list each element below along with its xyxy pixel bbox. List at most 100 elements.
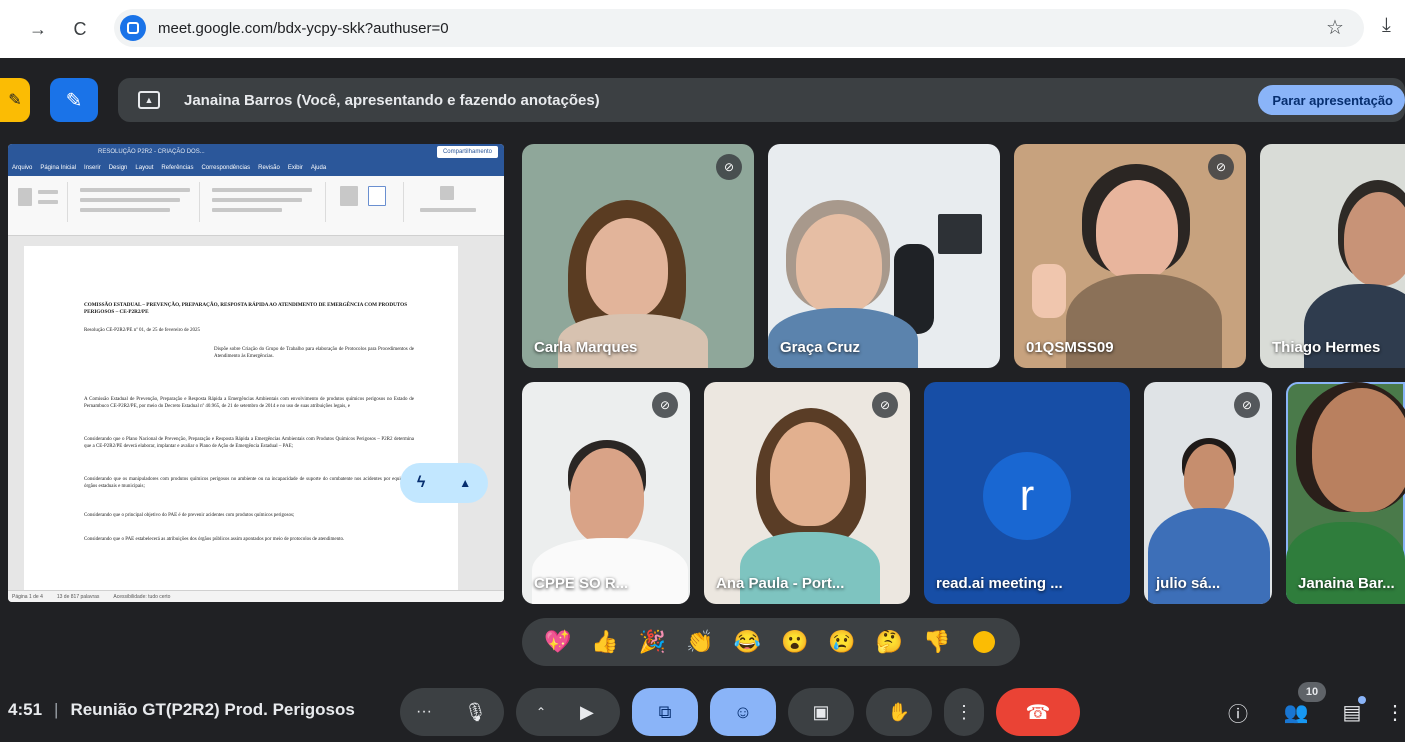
leave-call-button[interactable]: ☎ bbox=[996, 688, 1080, 736]
doc-ementa: Dispõe sobre Criação do Grupo de Trabalh… bbox=[214, 347, 414, 359]
presentation-bar: ✎ ✎ ▲ Janaina Barros (Você, apresentando… bbox=[0, 74, 1405, 126]
ribbon-group-font bbox=[74, 182, 200, 222]
participant-name: 01QSMSS09 bbox=[1026, 339, 1114, 356]
more-audio-options-icon[interactable]: ··· bbox=[416, 703, 432, 721]
site-info-icon[interactable] bbox=[120, 15, 146, 41]
mic-off-icon: ⊘ bbox=[1234, 392, 1260, 418]
download-icon[interactable]: ⤓ bbox=[1382, 14, 1391, 37]
skin-tone-swatch bbox=[973, 631, 996, 653]
doc-titlebar: RESOLUÇÃO P2R2 - CRIAÇÃO DOS... Comparti… bbox=[8, 144, 504, 160]
doc-paragraph: Considerando que os manipuladores com pr… bbox=[84, 477, 414, 489]
camera-icon[interactable]: ▶ bbox=[580, 702, 594, 723]
doc-canvas: COMISSÃO ESTADUAL – PREVENÇÃO, PREPARAÇÃ… bbox=[8, 236, 504, 590]
presenting-banner: ▲ Janaina Barros (Você, apresentando e f… bbox=[118, 78, 1405, 122]
doc-tab[interactable]: Arquivo bbox=[12, 165, 32, 171]
doc-resolution-line: Resolução CE-P2R2/PE nº 01, de 25 de fev… bbox=[84, 328, 200, 333]
mic-off-icon: ⊘ bbox=[716, 154, 742, 180]
reaction-sad[interactable]: 😢 bbox=[827, 627, 857, 657]
participant-tile[interactable]: ⊘ CPPE SO R... bbox=[522, 382, 690, 604]
doc-status-item: Página 1 de 4 bbox=[12, 593, 43, 600]
doc-tab[interactable]: Revisão bbox=[258, 165, 280, 171]
reaction-surprised[interactable]: 😮 bbox=[780, 627, 810, 657]
participant-tile[interactable]: ⊘ 01QSMSS09 bbox=[1014, 144, 1246, 368]
pen-tool-icon[interactable]: ϟ bbox=[417, 474, 425, 492]
meeting-details: 4:51 | Reunião GT(P2R2) Prod. Perigosos bbox=[8, 700, 355, 720]
doc-window-title: RESOLUÇÃO P2R2 - CRIAÇÃO DOS... bbox=[98, 149, 205, 155]
participant-tile[interactable]: ⊘ Carla Marques bbox=[522, 144, 754, 368]
doc-share-button[interactable]: Compartilhamento bbox=[436, 146, 498, 158]
reaction-party[interactable]: 🎉 bbox=[637, 627, 667, 657]
mic-icon[interactable]: 🎙 bbox=[464, 702, 487, 723]
doc-paragraph: Considerando que o PAE estabelecerá as a… bbox=[84, 537, 345, 542]
more-vert-icon: ⋮ bbox=[955, 701, 973, 722]
captions-icon: ▣ bbox=[812, 701, 830, 722]
address-bar[interactable]: meet.google.com/bdx-ycpy-skk?authuser=0 bbox=[114, 9, 1364, 47]
reaction-thumbs-down[interactable]: 👎 bbox=[922, 627, 952, 657]
doc-page[interactable]: COMISSÃO ESTADUAL – PREVENÇÃO, PREPARAÇÃ… bbox=[24, 246, 458, 590]
meet-stage: ✎ ✎ ▲ Janaina Barros (Você, apresentando… bbox=[0, 58, 1405, 742]
meeting-controls: 4:51 | Reunião GT(P2R2) Prod. Perigosos … bbox=[0, 682, 1405, 742]
meeting-time: 4:51 bbox=[8, 700, 43, 719]
emoji-button[interactable]: ☺ bbox=[710, 688, 776, 736]
participant-tile[interactable]: ⊘ Ana Paula - Port... bbox=[704, 382, 910, 604]
ribbon-group-addins bbox=[410, 182, 496, 222]
ribbon-group-styles bbox=[332, 182, 404, 222]
chevron-up-icon[interactable]: ▲ bbox=[459, 476, 471, 490]
reactions-bar: 💖 👍 🎉 👏 😂 😮 😢 🤔 👎 bbox=[522, 618, 1020, 666]
participant-name: Graça Cruz bbox=[780, 339, 861, 356]
doc-tab[interactable]: Página Inicial bbox=[40, 165, 76, 171]
participant-name: Ana Paula - Port... bbox=[716, 575, 845, 592]
participant-tile-self[interactable]: Janaina Bar... bbox=[1286, 382, 1405, 604]
doc-tab[interactable]: Correspondências bbox=[201, 165, 250, 171]
reaction-thumbs-up[interactable]: 👍 bbox=[590, 627, 620, 657]
participant-name: julio sá... bbox=[1156, 575, 1221, 592]
doc-status-item: Acessibilidade: tudo certo bbox=[113, 593, 171, 600]
participant-name: CPPE SO R... bbox=[534, 575, 629, 592]
mic-off-icon: ⊘ bbox=[652, 392, 678, 418]
participant-tile[interactable]: r read.ai meeting ... bbox=[924, 382, 1130, 604]
reaction-clap[interactable]: 👏 bbox=[685, 627, 715, 657]
doc-tab[interactable]: Design bbox=[109, 165, 128, 171]
annotation-toolbar[interactable]: ϟ ▲ bbox=[400, 463, 488, 503]
skin-tone-button[interactable] bbox=[969, 627, 999, 657]
captions-button[interactable]: ▣ bbox=[788, 688, 854, 736]
reaction-laugh[interactable]: 😂 bbox=[732, 627, 762, 657]
doc-heading: COMISSÃO ESTADUAL – PREVENÇÃO, PREPARAÇÃ… bbox=[84, 302, 408, 315]
participant-name: Janaina Bar... bbox=[1298, 575, 1395, 592]
doc-paragraph: Considerando que o principal objetivo do… bbox=[84, 513, 295, 518]
emoji-icon: ☺ bbox=[733, 701, 753, 722]
participant-tile[interactable]: Graça Cruz bbox=[768, 144, 1000, 368]
stop-presenting-button[interactable]: Parar apresentação bbox=[1258, 85, 1405, 115]
star-icon[interactable]: ☆ bbox=[1326, 15, 1344, 40]
meeting-title: Reunião GT(P2R2) Prod. Perigosos bbox=[70, 700, 355, 719]
mic-control-group: ··· 🎙 bbox=[400, 688, 504, 736]
doc-tab[interactable]: Ajuda bbox=[311, 165, 326, 171]
participant-tile[interactable]: ⊘ julio sá... bbox=[1144, 382, 1272, 604]
doc-tab[interactable]: Inserir bbox=[84, 165, 101, 171]
annotation-tool-button[interactable]: ✎ bbox=[0, 78, 30, 122]
reload-icon[interactable]: C bbox=[66, 15, 94, 43]
raise-hand-button[interactable]: ✋ bbox=[866, 688, 932, 736]
doc-paragraph: A Comissão Estadual de Prevenção, Prepar… bbox=[84, 397, 414, 409]
reaction-thinking[interactable]: 🤔 bbox=[874, 627, 904, 657]
doc-tab[interactable]: Layout bbox=[135, 165, 153, 171]
doc-tab[interactable]: Exibir bbox=[288, 165, 303, 171]
activities-icon[interactable]: ⋮ bbox=[1385, 696, 1405, 728]
hangup-icon: ☎ bbox=[1025, 701, 1051, 724]
url-text[interactable]: meet.google.com/bdx-ycpy-skk?authuser=0 bbox=[158, 20, 449, 37]
doc-tab[interactable]: Referências bbox=[161, 165, 193, 171]
more-options-button[interactable]: ⋮ bbox=[944, 688, 984, 736]
reaction-heart[interactable]: 💖 bbox=[543, 627, 573, 657]
people-icon[interactable]: 👥 bbox=[1280, 696, 1312, 728]
annotate-button[interactable]: ✎ bbox=[50, 78, 98, 122]
participant-tile[interactable]: Thiago Hermes bbox=[1260, 144, 1405, 368]
chevron-up-icon[interactable]: ⌃ bbox=[536, 705, 546, 719]
present-button[interactable]: ⧉ bbox=[632, 688, 698, 736]
participant-name: Carla Marques bbox=[534, 339, 638, 356]
mic-off-icon: ⊘ bbox=[872, 392, 898, 418]
forward-icon[interactable]: → bbox=[24, 15, 52, 43]
ribbon-group-paragraph bbox=[206, 182, 326, 222]
doc-status-item: 13 de 817 palavras bbox=[56, 593, 100, 600]
info-icon[interactable]: ⓘ bbox=[1222, 696, 1254, 728]
shared-document-window[interactable]: RESOLUÇÃO P2R2 - CRIAÇÃO DOS... Comparti… bbox=[8, 144, 504, 602]
